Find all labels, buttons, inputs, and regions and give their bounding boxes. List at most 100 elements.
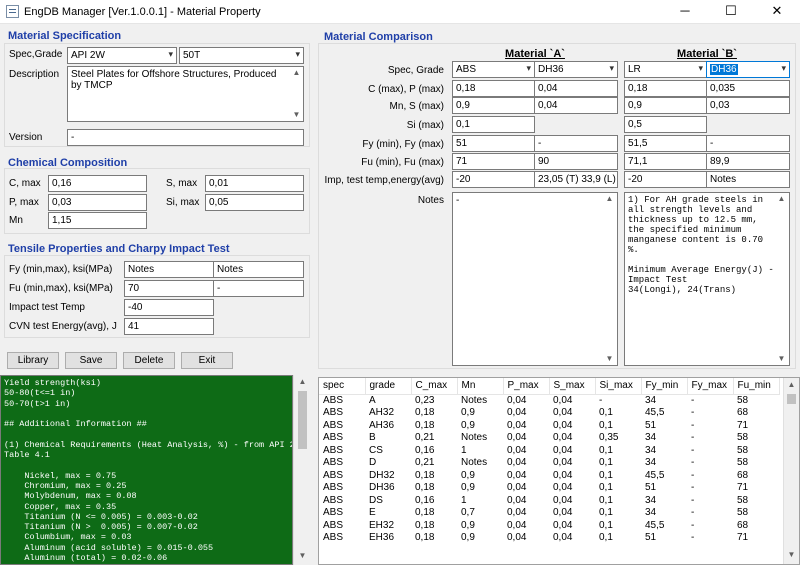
table-cell[interactable]: 0,1 bbox=[595, 419, 641, 432]
library-button[interactable]: Library bbox=[7, 352, 59, 369]
column-header[interactable]: Fy_max bbox=[687, 378, 734, 395]
table-cell[interactable]: 0,1 bbox=[595, 532, 641, 545]
close-button[interactable]: ✕ bbox=[754, 0, 800, 24]
table-cell[interactable]: 0,04 bbox=[503, 419, 549, 432]
table-cell[interactable]: - bbox=[687, 507, 733, 520]
table-cell[interactable]: 0,04 bbox=[503, 519, 549, 532]
table-cell[interactable]: 0,21 bbox=[411, 457, 457, 470]
table-cell[interactable]: 71 bbox=[733, 532, 779, 545]
table-cell[interactable]: 0,1 bbox=[595, 482, 641, 495]
table-cell[interactable]: ABS bbox=[319, 444, 365, 457]
b-fy-max-field[interactable]: - bbox=[706, 135, 790, 152]
table-cell[interactable]: 0,1 bbox=[595, 444, 641, 457]
table-cell[interactable]: 51 bbox=[641, 482, 687, 495]
table-cell[interactable]: ABS bbox=[319, 432, 365, 445]
table-cell[interactable]: - bbox=[687, 532, 733, 545]
table-row[interactable]: ABS D 0,21 Notes 0,04 0,04 0,1 34-58 bbox=[319, 457, 779, 470]
table-cell[interactable]: 0,04 bbox=[503, 444, 549, 457]
table-cell[interactable]: 45,5 bbox=[641, 469, 687, 482]
table-cell[interactable]: 0,04 bbox=[503, 394, 549, 407]
b-mn-field[interactable]: 0,9 bbox=[624, 97, 707, 114]
a-fy-min-field[interactable]: 51 bbox=[452, 135, 535, 152]
scroll-thumb[interactable] bbox=[298, 391, 307, 449]
table-cell[interactable]: - bbox=[687, 482, 733, 495]
b-s-field[interactable]: 0,03 bbox=[706, 97, 790, 114]
table-cell[interactable]: 34 bbox=[641, 457, 687, 470]
table-cell[interactable]: - bbox=[687, 457, 733, 470]
b-grade-combo[interactable]: DH36 ▾ bbox=[706, 61, 790, 78]
table-cell[interactable]: AH36 bbox=[365, 419, 411, 432]
table-cell[interactable]: 0,1 bbox=[595, 494, 641, 507]
table-cell[interactable]: 34 bbox=[641, 494, 687, 507]
b-imp-energy-field[interactable]: Notes bbox=[706, 171, 790, 188]
table-cell[interactable]: 71 bbox=[733, 482, 779, 495]
a-si-field[interactable]: 0,1 bbox=[452, 116, 535, 133]
table-cell[interactable]: 0,1 bbox=[595, 469, 641, 482]
a-c-field[interactable]: 0,18 bbox=[452, 80, 535, 97]
a-fy-max-field[interactable]: - bbox=[534, 135, 618, 152]
column-header[interactable]: C_max bbox=[411, 378, 458, 395]
table-cell[interactable]: 0,1 bbox=[595, 507, 641, 520]
b-fy-min-field[interactable]: 51,5 bbox=[624, 135, 707, 152]
table-cell[interactable]: 0,04 bbox=[549, 494, 595, 507]
a-notes-textarea[interactable]: - bbox=[452, 192, 618, 366]
scroll-down-icon[interactable]: ▼ bbox=[602, 354, 617, 363]
table-cell[interactable]: 0,04 bbox=[549, 444, 595, 457]
table-cell[interactable]: 1 bbox=[457, 494, 503, 507]
si-max-field[interactable]: 0,05 bbox=[205, 194, 304, 211]
minimize-button[interactable]: ─ bbox=[662, 0, 708, 24]
table-cell[interactable]: 0,18 bbox=[411, 507, 457, 520]
column-header[interactable]: P_max bbox=[503, 378, 550, 395]
table-cell[interactable]: 0,16 bbox=[411, 444, 457, 457]
table-cell[interactable]: B bbox=[365, 432, 411, 445]
table-cell[interactable]: 0,04 bbox=[549, 482, 595, 495]
table-cell[interactable]: 0,04 bbox=[503, 507, 549, 520]
column-header[interactable]: Si_max bbox=[595, 378, 642, 395]
table-row[interactable]: ABS EH32 0,18 0,9 0,04 0,04 0,1 45,5-68 bbox=[319, 519, 779, 532]
table-cell[interactable]: 0,18 bbox=[411, 519, 457, 532]
table-cell[interactable]: 0,9 bbox=[457, 482, 503, 495]
table-cell[interactable]: CS bbox=[365, 444, 411, 457]
table-cell[interactable]: ABS bbox=[319, 507, 365, 520]
scroll-up-icon[interactable]: ▲ bbox=[774, 194, 789, 203]
table-cell[interactable]: ABS bbox=[319, 457, 365, 470]
table-row[interactable]: ABS CS 0,16 1 0,04 0,04 0,1 34-58 bbox=[319, 444, 779, 457]
column-header[interactable]: spec bbox=[319, 378, 366, 395]
table-cell[interactable]: 0,04 bbox=[549, 432, 595, 445]
table-cell[interactable]: ABS bbox=[319, 469, 365, 482]
table-cell[interactable]: 71 bbox=[733, 419, 779, 432]
table-cell[interactable]: Notes bbox=[457, 394, 503, 407]
fy-max-field[interactable]: Notes bbox=[213, 261, 304, 278]
column-header[interactable]: grade bbox=[365, 378, 412, 395]
table-row[interactable]: ABS DH32 0,18 0,9 0,04 0,04 0,1 45,5-68 bbox=[319, 469, 779, 482]
description-textarea[interactable]: Steel Plates for Offshore Structures, Pr… bbox=[67, 66, 304, 122]
scroll-down-icon[interactable]: ▼ bbox=[289, 110, 304, 119]
scroll-up-icon[interactable]: ▲ bbox=[289, 68, 304, 77]
fy-min-field[interactable]: Notes bbox=[124, 261, 214, 278]
table-row[interactable]: ABS DS 0,16 1 0,04 0,04 0,1 34-58 bbox=[319, 494, 779, 507]
scroll-up-icon[interactable]: ▲ bbox=[602, 194, 617, 203]
table-cell[interactable]: 51 bbox=[641, 532, 687, 545]
table-cell[interactable]: 0,18 bbox=[411, 532, 457, 545]
table-cell[interactable]: ABS bbox=[319, 494, 365, 507]
table-cell[interactable]: 0,18 bbox=[411, 482, 457, 495]
mn-field[interactable]: 1,15 bbox=[48, 212, 147, 229]
delete-button[interactable]: Delete bbox=[123, 352, 175, 369]
save-button[interactable]: Save bbox=[65, 352, 117, 369]
b-imp-temp-field[interactable]: -20 bbox=[624, 171, 707, 188]
table-cell[interactable]: 0,16 bbox=[411, 494, 457, 507]
table-cell[interactable]: 58 bbox=[733, 457, 779, 470]
table-cell[interactable]: - bbox=[687, 494, 733, 507]
table-cell[interactable]: EH36 bbox=[365, 532, 411, 545]
grid-scrollbar[interactable]: ▲ ▼ bbox=[783, 378, 799, 564]
table-cell[interactable]: AH32 bbox=[365, 407, 411, 420]
table-cell[interactable]: - bbox=[687, 432, 733, 445]
table-cell[interactable]: 68 bbox=[733, 519, 779, 532]
table-cell[interactable]: 0,04 bbox=[549, 519, 595, 532]
table-cell[interactable]: 0,04 bbox=[503, 482, 549, 495]
table-cell[interactable]: 0,9 bbox=[457, 532, 503, 545]
a-s-field[interactable]: 0,04 bbox=[534, 97, 618, 114]
table-cell[interactable]: 58 bbox=[733, 444, 779, 457]
s-max-field[interactable]: 0,01 bbox=[205, 175, 304, 192]
materials-grid[interactable]: spec grade C_max Mn P_max S_max Si_max Fy_min Fy… bbox=[318, 377, 800, 565]
